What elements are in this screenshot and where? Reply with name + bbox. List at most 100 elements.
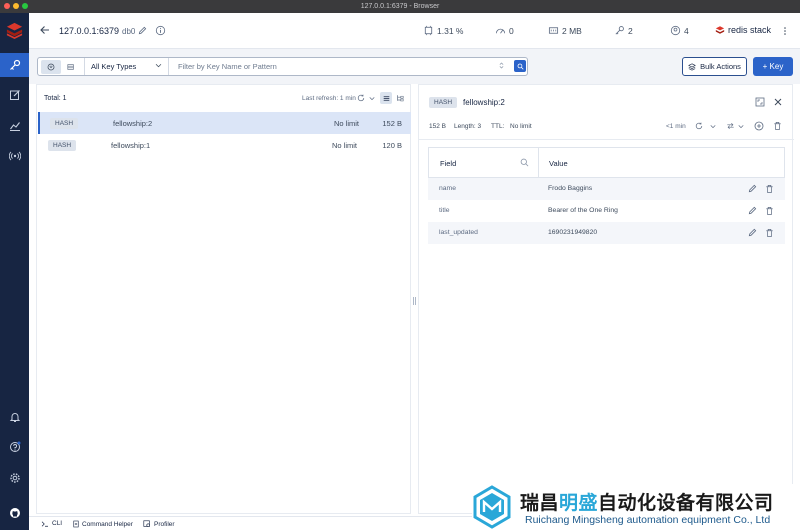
clients-value: 4 (684, 25, 689, 36)
trash-icon[interactable] (765, 206, 774, 216)
database-icon (67, 64, 74, 70)
pencil-icon[interactable] (748, 228, 757, 237)
key-size: 120 B (382, 141, 402, 150)
more-options-icon[interactable] (781, 26, 789, 36)
detail-separator (419, 139, 794, 140)
bulk-actions-label: Bulk Actions (700, 62, 741, 71)
back-arrow-icon[interactable] (39, 24, 51, 36)
sidebar-item-notifications[interactable] (0, 405, 29, 429)
help-icon (9, 441, 20, 452)
terminal-icon (41, 521, 48, 527)
column-resize-handle[interactable] (538, 148, 539, 177)
redis-logo-icon[interactable] (5, 21, 24, 40)
keys-value: 2 (628, 25, 633, 36)
filter-icon (47, 63, 55, 71)
cpu-stat: 1.31 % (423, 25, 463, 36)
pencil-icon[interactable] (138, 26, 147, 35)
profiler-label: Profiler (154, 520, 175, 528)
chevron-down-icon[interactable] (369, 96, 375, 101)
database-mode-button[interactable] (61, 60, 81, 74)
sidebar-item-workbench[interactable] (0, 83, 29, 107)
bulk-actions-button[interactable]: Bulk Actions (682, 57, 747, 76)
column-header-field: Field (440, 159, 457, 168)
key-type-badge: HASH (50, 118, 79, 129)
sidebar-item-analysis[interactable] (0, 114, 29, 138)
last-refresh-text: Last refresh: 1 min (302, 95, 356, 102)
sidebar-item-settings[interactable] (0, 466, 29, 490)
add-key-button[interactable]: + Key (753, 57, 793, 76)
search-icon[interactable] (520, 158, 529, 167)
key-filter-input[interactable] (170, 58, 510, 75)
cpu-icon (424, 25, 433, 36)
close-icon[interactable] (773, 97, 783, 107)
minimize-window-button[interactable] (13, 3, 19, 9)
company-name-cn: 瑞昌明盛自动化设备有限公司 (520, 493, 774, 514)
format-icon[interactable] (726, 122, 735, 130)
view-mode-toggle (41, 60, 83, 74)
chart-icon (9, 122, 20, 132)
cli-button[interactable]: CLI (41, 520, 62, 527)
tree-view-icon[interactable] (396, 94, 404, 102)
close-window-button[interactable] (4, 3, 10, 9)
key-type-select[interactable]: All Key Types (84, 58, 169, 75)
table-row: title Bearer of the One Ring (428, 200, 785, 222)
key-detail-pane: HASH fellowship:2 152 B Length: 3 TTL: N… (418, 84, 794, 514)
cli-label: CLI (52, 520, 63, 527)
profiler-button[interactable]: Profiler (143, 520, 175, 528)
ttl-value: No limit (510, 123, 532, 130)
key-size: 152 B (382, 119, 402, 128)
host-address: 127.0.0.1:6379 (59, 26, 120, 36)
sidebar-item-github[interactable] (0, 501, 29, 525)
info-icon[interactable] (155, 25, 166, 36)
browser-toolbar: All Key Types Bulk Actions + Key (29, 49, 800, 84)
expand-icon[interactable] (755, 97, 765, 107)
field-name: title (439, 207, 450, 214)
trash-icon[interactable] (773, 121, 782, 131)
trash-icon[interactable] (765, 184, 774, 194)
pane-resize-handle[interactable] (413, 297, 416, 305)
ttl-label: TTL: (491, 123, 505, 130)
add-field-icon[interactable] (754, 121, 764, 131)
trash-icon[interactable] (765, 228, 774, 238)
sidebar-item-browser[interactable] (0, 53, 29, 77)
brand-text: redis stack (728, 25, 772, 35)
detail-refresh-text: <1 min (666, 123, 686, 130)
key-name: fellowship:1 (111, 141, 151, 150)
table-row[interactable]: HASH fellowship:2 No limit 152 B (38, 112, 411, 134)
chevron-down-icon (155, 63, 162, 68)
field-name: last_updated (439, 229, 478, 236)
pencil-icon[interactable] (748, 206, 757, 215)
field-value: Frodo Baggins (548, 185, 593, 192)
chevron-down-icon[interactable] (738, 124, 744, 129)
key-size-meta: 152 B (429, 123, 446, 130)
key-icon (615, 26, 624, 35)
zoom-window-button[interactable] (22, 3, 28, 9)
key-icon (9, 59, 20, 70)
chevron-down-icon[interactable] (710, 124, 716, 129)
github-icon (9, 508, 20, 518)
refresh-icon[interactable] (695, 122, 703, 130)
sort-arrows-icon[interactable] (499, 61, 504, 70)
command-helper-label: Command Helper (82, 520, 133, 528)
list-view-button[interactable] (380, 92, 392, 104)
refresh-icon[interactable] (357, 94, 365, 102)
company-logo-icon (473, 485, 511, 529)
table-row: name Frodo Baggins (428, 178, 785, 200)
ops-stat: 0 (495, 25, 514, 36)
key-ttl: No limit (332, 141, 358, 150)
edit-icon (9, 90, 20, 100)
key-list-pane: Total: 1 Last refresh: 1 min HASH fellow… (36, 84, 411, 514)
window-controls (4, 3, 28, 9)
search-mode-button[interactable] (41, 60, 61, 74)
sidebar-item-pubsub[interactable] (0, 144, 29, 168)
table-row: last_updated 1690231949820 (428, 222, 785, 244)
command-helper-button[interactable]: Command Helper (73, 520, 133, 528)
pencil-icon[interactable] (748, 184, 757, 193)
hash-fields-table: Field Value name Frodo Baggins title Bea… (428, 147, 785, 244)
search-button[interactable] (514, 60, 526, 72)
ops-value: 0 (509, 25, 514, 36)
redis-logo-icon (715, 26, 725, 34)
table-row[interactable]: HASH fellowship:1 No limit 120 B (38, 134, 411, 156)
sidebar-item-help[interactable] (0, 435, 29, 459)
memory-stat: 2 MB (548, 25, 582, 36)
